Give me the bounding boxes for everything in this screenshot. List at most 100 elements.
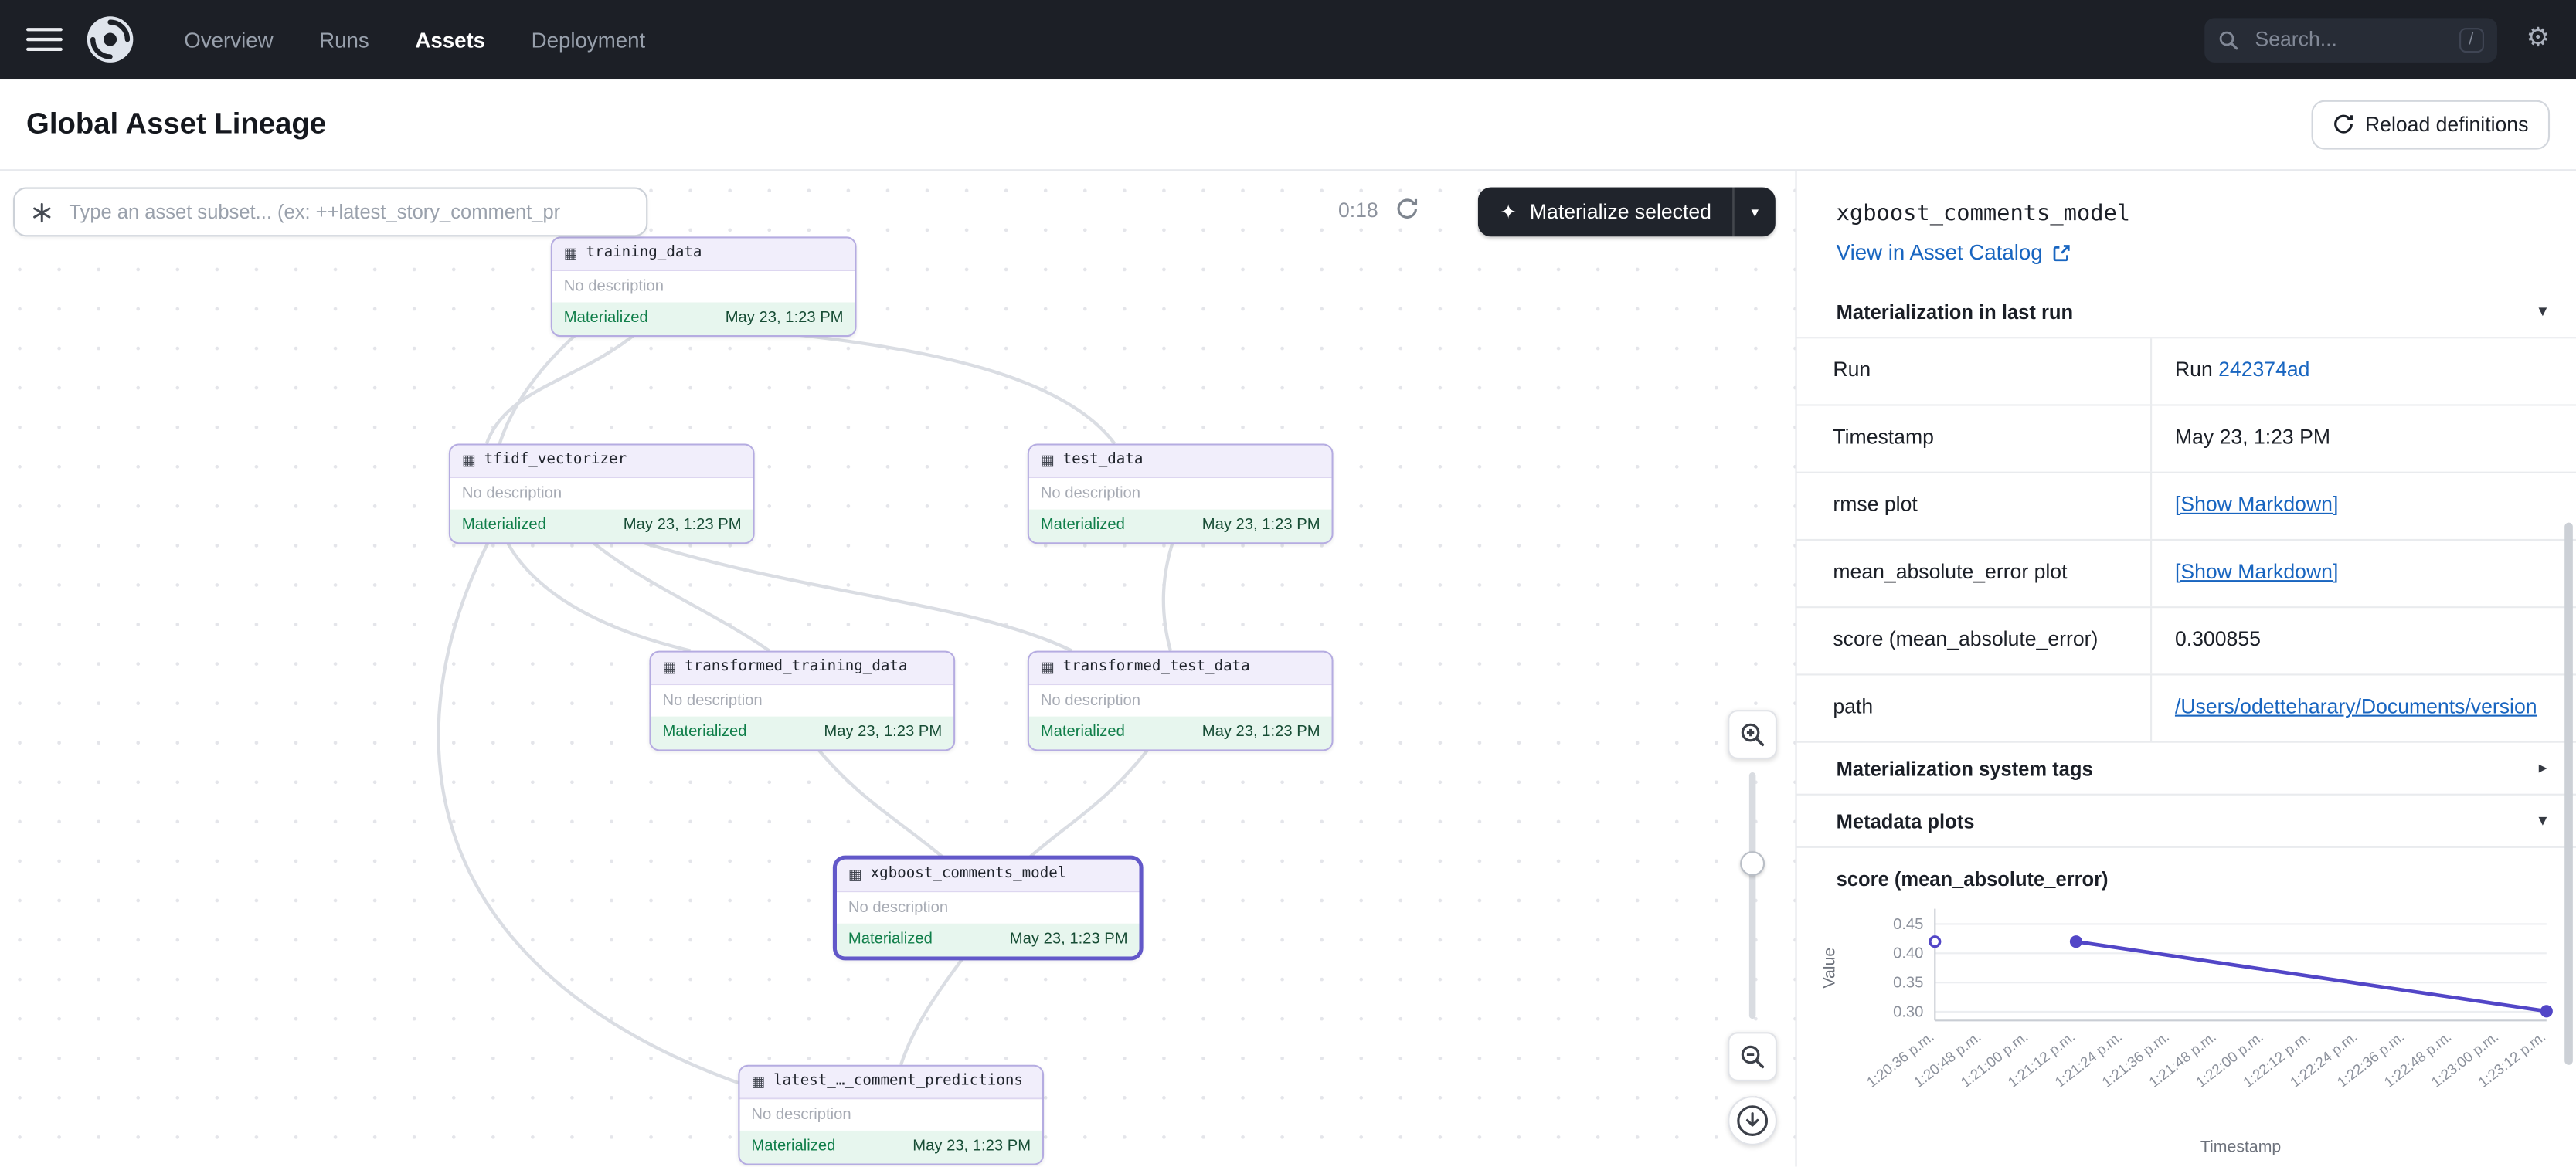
path-link[interactable]: /Users/odetteharary/Documents/version (2175, 695, 2537, 718)
detail-value: Run 242374ad (2152, 338, 2576, 404)
status-badge: Materialized (751, 1135, 835, 1159)
svg-text:0.45: 0.45 (1893, 916, 1923, 933)
detail-row-rmse-plot: rmse plot [Show Markdown] (1797, 473, 2576, 541)
zoom-slider-handle[interactable] (1740, 851, 1765, 876)
asset-subset-filter[interactable] (13, 188, 647, 237)
zoom-controls (1728, 710, 1777, 1145)
section-label: Metadata plots (1837, 809, 1975, 833)
refresh-icon (2332, 114, 2353, 135)
dagster-logo[interactable] (86, 15, 135, 64)
zoom-out-button[interactable] (1728, 1032, 1777, 1081)
reload-definitions-button[interactable]: Reload definitions (2311, 100, 2550, 149)
asset-description: No description (1029, 478, 1331, 509)
materialization-time: May 23, 1:23 PM (1202, 514, 1320, 538)
asset-node-training-data[interactable]: ▦training_data No description Materializ… (551, 236, 857, 337)
catalog-link-label: View in Asset Catalog (1837, 239, 2043, 266)
asset-node-transformed-training-data[interactable]: ▦transformed_training_data No descriptio… (649, 651, 955, 751)
global-search[interactable]: / (2204, 17, 2497, 61)
asset-node-footer: MaterializedMay 23, 1:23 PM (552, 302, 855, 335)
asset-node-tfidf-vectorizer[interactable]: ▦tfidf_vectorizer No description Materia… (449, 443, 755, 544)
asset-node-footer: Materialized May 23, 1:23 PM (1029, 510, 1331, 543)
svg-text:Value: Value (1820, 948, 1839, 989)
menu-icon[interactable] (26, 28, 63, 51)
asset-name: transformed_test_data (1063, 657, 1250, 679)
external-link-icon (2051, 243, 2071, 263)
materialize-selected-button[interactable]: ✦ Materialize selected (1479, 188, 1733, 237)
detail-value: May 23, 1:23 PM (2152, 406, 2576, 472)
refresh-timer: 0:18 (1338, 198, 1378, 222)
lineage-graph-canvas[interactable]: ▦training_data No description Materializ… (0, 171, 1795, 1166)
chevron-down-icon: ▾ (2539, 812, 2547, 829)
recenter-download-button[interactable] (1728, 1096, 1777, 1145)
detail-label: rmse plot (1797, 473, 2153, 539)
zoom-in-icon (1739, 721, 1765, 748)
detail-row-path: path /Users/odetteharary/Documents/versi… (1797, 675, 2576, 742)
asset-subset-input[interactable] (66, 198, 630, 225)
asset-name: transformed_training_data (685, 657, 907, 679)
asset-node-xgboost-comments-model[interactable]: ▦xgboost_comments_model No description M… (835, 858, 1141, 958)
asset-name: test_data (1063, 450, 1144, 472)
score-line-chart: 0.300.350.400.451:20:36 p.m.1:20:48 p.m.… (1816, 899, 2576, 1164)
asset-description: No description (739, 1099, 1042, 1130)
view-in-asset-catalog-link[interactable]: View in Asset Catalog (1837, 239, 2071, 266)
detail-row-mae-plot: mean_absolute_error plot [Show Markdown] (1797, 541, 2576, 608)
asset-description: No description (552, 271, 855, 302)
graph-refresh-button[interactable] (1395, 197, 1419, 225)
nav-links: Overview Runs Assets Deployment (184, 27, 645, 52)
search-input[interactable] (2251, 26, 2445, 53)
asset-node-header: ▦latest_…_comment_predictions (739, 1067, 1042, 1100)
asset-node-test-data[interactable]: ▦test_data No description MaterializedMa… (1028, 443, 1334, 544)
asset-name: tfidf_vectorizer (484, 450, 627, 472)
asset-node-transformed-test-data[interactable]: ▦transformed_test_data No description Ma… (1028, 651, 1334, 751)
detail-value: 0.300855 (2152, 608, 2576, 673)
section-label: Materialization system tags (1837, 757, 2093, 780)
asset-name: xgboost_comments_model (871, 864, 1067, 886)
asset-details-panel: xgboost_comments_model View in Asset Cat… (1795, 171, 2576, 1166)
svg-text:0.35: 0.35 (1893, 975, 1923, 992)
zoom-out-icon (1739, 1043, 1765, 1070)
gear-icon[interactable]: ⚙ (2527, 26, 2551, 53)
asset-description: No description (1029, 685, 1331, 716)
nav-runs[interactable]: Runs (319, 27, 369, 52)
metadata-plot-title: score (mean_absolute_error) (1837, 867, 2537, 892)
status-badge: Materialized (462, 514, 546, 538)
nav-assets[interactable]: Assets (415, 27, 485, 52)
asset-node-footer: MaterializedMay 23, 1:23 PM (651, 717, 953, 750)
sparkle-icon: ✦ (1500, 202, 1516, 222)
panel-scrollbar[interactable] (2564, 523, 2573, 1065)
svg-text:0.30: 0.30 (1893, 1003, 1923, 1020)
search-shortcut-key: / (2459, 27, 2483, 52)
asset-node-footer: MaterializedMay 23, 1:23 PM (1029, 717, 1331, 750)
zoom-in-button[interactable] (1728, 710, 1777, 759)
nav-overview[interactable]: Overview (184, 27, 273, 52)
asset-node-header: ▦training_data (552, 239, 855, 272)
section-materialization-last-run[interactable]: Materialization in last run ▾ (1797, 286, 2576, 338)
asset-name: latest_…_comment_predictions (773, 1071, 1023, 1093)
asset-node-latest-comment-predictions[interactable]: ▦latest_…_comment_predictions No descrip… (738, 1065, 1044, 1165)
status-badge: Materialized (848, 928, 933, 952)
search-icon (2217, 29, 2239, 50)
show-markdown-link[interactable]: [Show Markdown] (2175, 561, 2338, 584)
top-nav: Overview Runs Assets Deployment / ⚙ (0, 0, 2576, 79)
materialize-dropdown-button[interactable]: ▾ (1733, 188, 1776, 237)
detail-row-score: score (mean_absolute_error) 0.300855 (1797, 608, 2576, 675)
asset-node-footer: MaterializedMay 23, 1:23 PM (450, 510, 753, 543)
asset-node-header: ▦xgboost_comments_model (837, 860, 1139, 893)
show-markdown-link[interactable]: [Show Markdown] (2175, 493, 2338, 516)
materialization-time: May 23, 1:23 PM (1010, 928, 1128, 952)
logo-swirl-icon (86, 15, 135, 64)
run-id-link[interactable]: 242374ad (2218, 358, 2309, 382)
asset-node-footer: Materialized May 23, 1:23 PM (837, 924, 1139, 957)
nav-deployment[interactable]: Deployment (532, 27, 646, 52)
status-badge: Materialized (1041, 514, 1125, 538)
zoom-slider-track[interactable] (1749, 772, 1756, 1019)
asset-node-header: ▦transformed_test_data (1029, 653, 1331, 686)
run-prefix: Run (2175, 358, 2218, 382)
chevron-right-icon: ▸ (2539, 759, 2547, 777)
asset-name: training_data (586, 243, 702, 265)
materialization-time: May 23, 1:23 PM (824, 721, 942, 745)
section-metadata-plots[interactable]: Metadata plots ▾ (1797, 796, 2576, 848)
section-materialization-system-tags[interactable]: Materialization system tags ▸ (1797, 743, 2576, 796)
detail-label: path (1797, 675, 2153, 741)
materialization-time: May 23, 1:23 PM (726, 307, 844, 331)
